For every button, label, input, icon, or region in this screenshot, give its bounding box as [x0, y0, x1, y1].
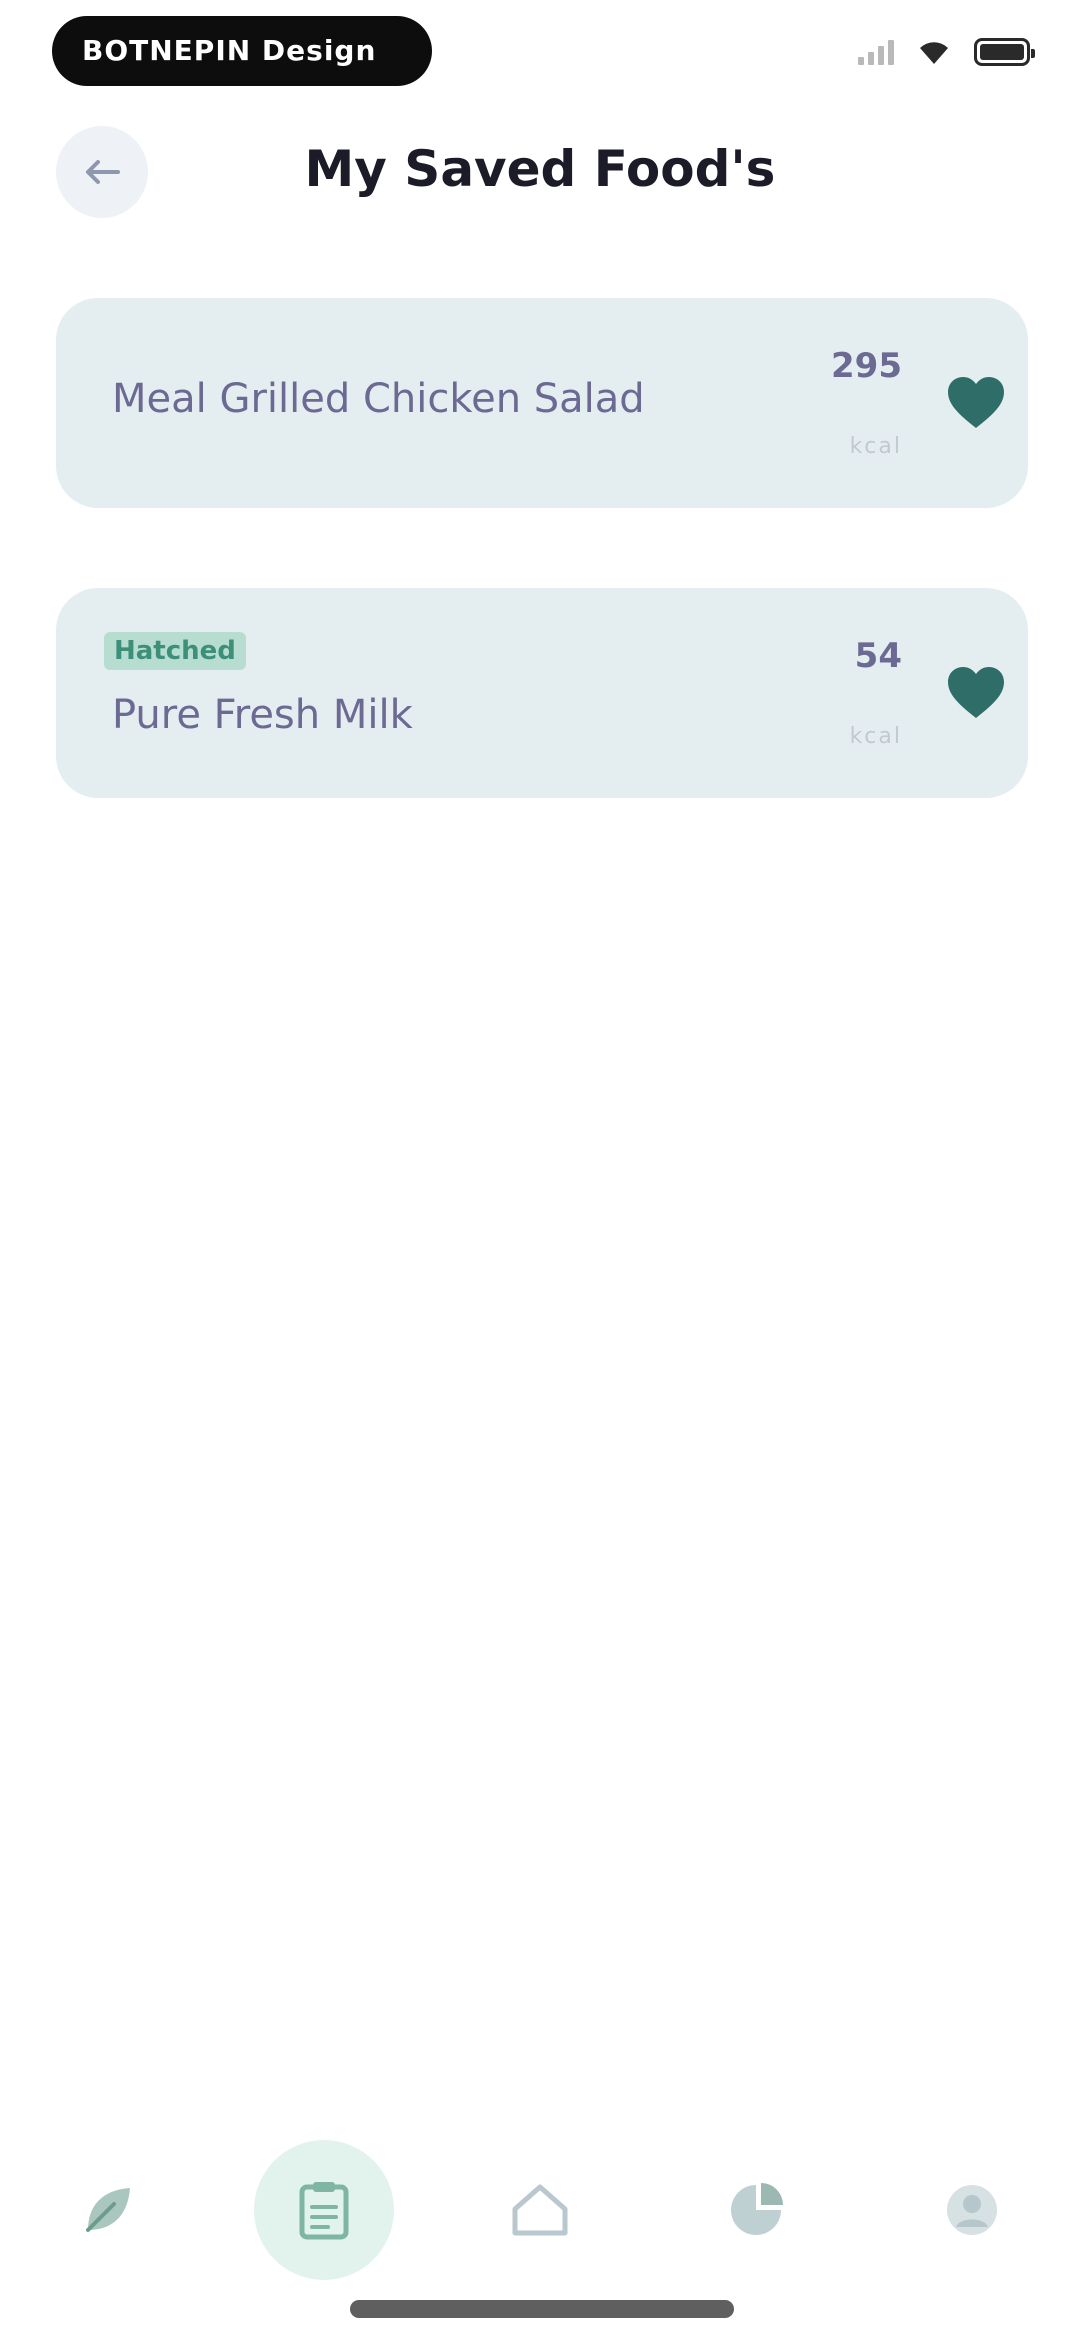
heart-icon[interactable] [946, 376, 1006, 430]
bottom-nav [0, 2140, 1080, 2280]
saved-food-card[interactable]: Hatched Pure Fresh Milk 54 kcal [56, 588, 1028, 798]
food-tag: Hatched [104, 632, 246, 670]
saved-foods-screen: BOTNEPIN Design My Saved Food's Meal Gri… [0, 0, 1080, 2336]
status-bar: BOTNEPIN Design [0, 0, 1080, 110]
home-icon [512, 2184, 568, 2236]
food-calories: 54 [854, 636, 902, 676]
food-calories: 295 [831, 346, 902, 386]
profile-icon [947, 2185, 997, 2235]
nav-item-profile[interactable] [912, 2140, 1032, 2280]
heart-icon[interactable] [946, 666, 1006, 720]
food-unit: kcal [849, 434, 902, 459]
chart-icon [731, 2183, 783, 2235]
wifi-icon [916, 38, 952, 66]
nav-item-home[interactable] [480, 2140, 600, 2280]
page-title: My Saved Food's [304, 140, 776, 198]
signal-icon [858, 39, 894, 65]
nav-item-stats[interactable] [696, 2140, 816, 2280]
saved-food-card[interactable]: Meal Grilled Chicken Salad 295 kcal [56, 298, 1028, 508]
status-pill: BOTNEPIN Design [52, 16, 432, 86]
clipboard-icon [299, 2182, 349, 2240]
food-name: Meal Grilled Chicken Salad [112, 376, 645, 422]
battery-icon [974, 38, 1035, 66]
nav-item-saved[interactable] [254, 2140, 394, 2280]
nav-item-food[interactable] [48, 2140, 168, 2280]
leaf-icon [86, 2188, 130, 2232]
status-icons [858, 38, 1035, 66]
food-name: Pure Fresh Milk [112, 692, 413, 738]
food-unit: kcal [849, 724, 902, 749]
home-indicator [350, 2300, 734, 2318]
